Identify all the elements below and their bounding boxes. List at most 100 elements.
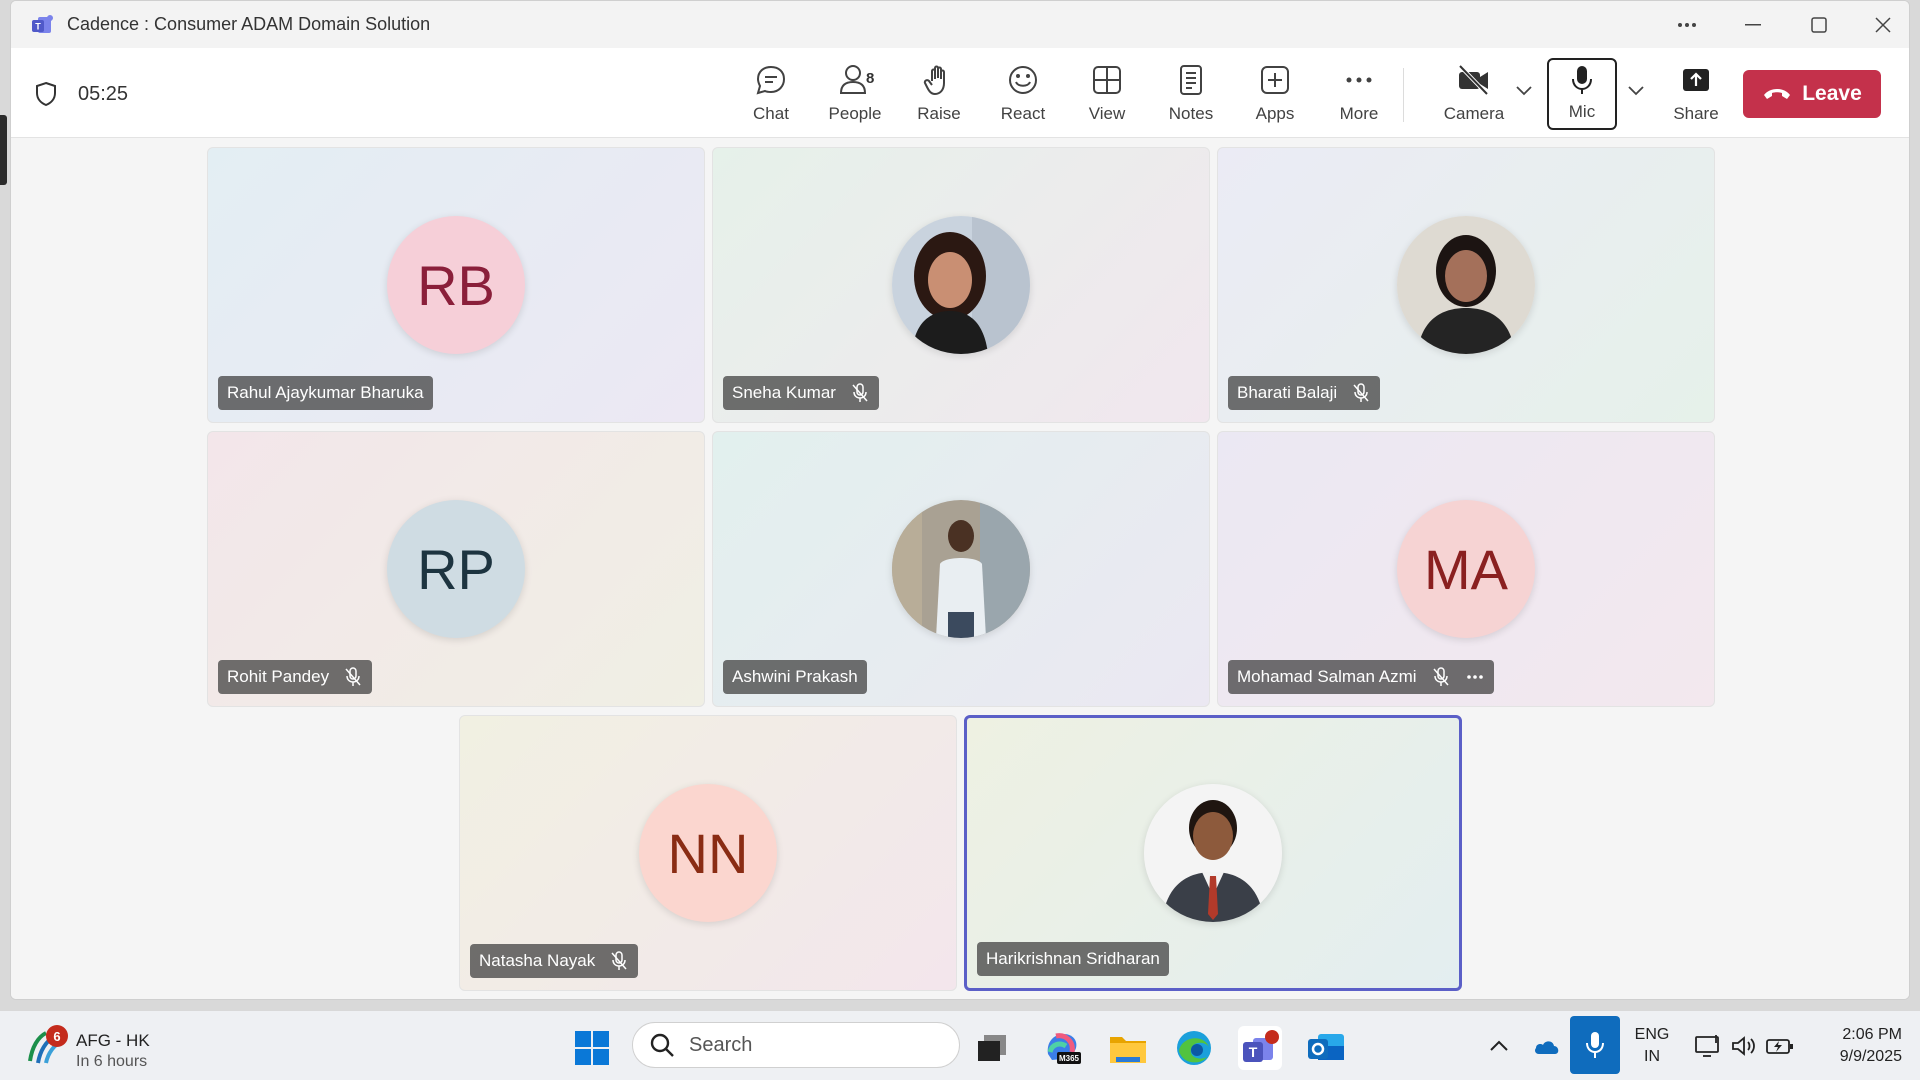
edge-browser-icon[interactable] bbox=[1172, 1026, 1216, 1070]
toolbar-divider bbox=[1403, 68, 1404, 122]
participant-name-tag: Harikrishnan Sridharan bbox=[977, 942, 1169, 976]
more-button[interactable]: More bbox=[1318, 60, 1400, 128]
participant-name-tag: Natasha Nayak bbox=[470, 944, 639, 978]
participant-tile-active-speaker[interactable]: Harikrishnan Sridharan bbox=[964, 715, 1462, 991]
people-count-badge: 8 bbox=[866, 70, 875, 87]
weather-widget[interactable]: 6 AFG - HK In 6 hours bbox=[26, 1025, 156, 1071]
language-code: ENG bbox=[1634, 1026, 1670, 1043]
camera-options-chevron-icon[interactable] bbox=[1511, 76, 1537, 106]
raise-label: Raise bbox=[917, 104, 961, 123]
mic-muted-icon bbox=[343, 667, 363, 687]
avatar-photo bbox=[1397, 216, 1535, 354]
hang-up-icon bbox=[1762, 82, 1792, 106]
avatar-photo bbox=[1144, 784, 1282, 922]
mic-muted-icon bbox=[850, 383, 870, 403]
participant-name-tag: Ashwini Prakash bbox=[723, 660, 867, 694]
mic-muted-icon bbox=[1351, 383, 1371, 403]
file-explorer-icon[interactable] bbox=[1106, 1026, 1150, 1070]
people-button[interactable]: 8 People bbox=[814, 60, 896, 128]
participant-tile[interactable]: Bharati Balaji bbox=[1217, 147, 1715, 423]
participant-tile[interactable]: RB Rahul Ajaykumar Bharuka bbox=[207, 147, 705, 423]
avatar: RP bbox=[387, 500, 525, 638]
teams-meeting-window: T Cadence : Consumer ADAM Domain Solutio… bbox=[10, 0, 1910, 1000]
participant-tile[interactable]: NN Natasha Nayak bbox=[459, 715, 957, 991]
participant-name-tag: Rahul Ajaykumar Bharuka bbox=[218, 376, 433, 410]
apps-button[interactable]: Apps bbox=[1234, 60, 1316, 128]
camera-button[interactable]: Camera bbox=[1427, 60, 1521, 128]
mic-muted-icon bbox=[609, 951, 629, 971]
widget-subtitle: In 6 hours bbox=[76, 1053, 148, 1070]
maximize-button[interactable] bbox=[1787, 1, 1851, 48]
view-button[interactable]: View bbox=[1066, 60, 1148, 128]
notes-button[interactable]: Notes bbox=[1150, 60, 1232, 128]
participant-name: Mohamad Salman Azmi bbox=[1237, 667, 1417, 686]
language-region: IN bbox=[1644, 1048, 1660, 1065]
windows-taskbar: 6 AFG - HK In 6 hours Search M365 T ENG … bbox=[0, 1010, 1920, 1080]
more-label: More bbox=[1339, 104, 1379, 123]
react-button[interactable]: React bbox=[982, 60, 1064, 128]
windows-start-icon[interactable] bbox=[570, 1026, 614, 1070]
teams-taskbar-icon[interactable]: T bbox=[1238, 1026, 1282, 1070]
search-icon bbox=[650, 1033, 674, 1057]
participant-name-tag: Mohamad Salman Azmi bbox=[1228, 660, 1494, 694]
camera-label: Camera bbox=[1443, 104, 1505, 123]
raise-hand-button[interactable]: Raise bbox=[898, 60, 980, 128]
microphone-icon bbox=[1564, 62, 1600, 98]
minimize-button[interactable] bbox=[1721, 1, 1785, 48]
share-button[interactable]: Share bbox=[1655, 60, 1737, 128]
teams-logo-icon: T bbox=[29, 13, 57, 37]
participant-tile[interactable]: MA Mohamad Salman Azmi bbox=[1217, 431, 1715, 707]
mic-options-chevron-icon[interactable] bbox=[1623, 76, 1649, 106]
m365-copilot-icon[interactable]: M365 bbox=[1040, 1026, 1084, 1070]
onedrive-cloud-icon[interactable] bbox=[1532, 1031, 1562, 1061]
input-language[interactable]: ENG IN bbox=[1630, 1024, 1674, 1068]
mic-button[interactable]: Mic bbox=[1547, 58, 1617, 130]
system-clock[interactable]: 2:06 PM 9/9/2025 bbox=[1810, 1024, 1902, 1068]
participant-name-tag: Rohit Pandey bbox=[218, 660, 373, 694]
show-hidden-icons-chevron-icon[interactable] bbox=[1486, 1031, 1512, 1061]
add-app-icon bbox=[1257, 62, 1293, 98]
shield-icon bbox=[33, 81, 59, 107]
view-label: View bbox=[1088, 104, 1126, 123]
battery-charging-icon[interactable] bbox=[1764, 1031, 1796, 1061]
mic-in-use-icon[interactable] bbox=[1570, 1016, 1620, 1074]
clock-date: 9/9/2025 bbox=[1839, 1048, 1902, 1065]
task-view-icon[interactable] bbox=[970, 1026, 1014, 1070]
avatar: NN bbox=[639, 784, 777, 922]
mic-muted-icon bbox=[1431, 667, 1451, 687]
leave-button[interactable]: Leave bbox=[1743, 70, 1881, 118]
close-button[interactable] bbox=[1851, 1, 1909, 48]
leave-label: Leave bbox=[1802, 82, 1862, 105]
people-label: People bbox=[828, 104, 882, 123]
clock-time: 2:06 PM bbox=[1842, 1026, 1902, 1043]
participant-tile[interactable]: RP Rohit Pandey bbox=[207, 431, 705, 707]
title-bar: T Cadence : Consumer ADAM Domain Solutio… bbox=[11, 1, 1909, 48]
participant-name: Harikrishnan Sridharan bbox=[986, 949, 1160, 968]
taskbar-search[interactable]: Search bbox=[632, 1022, 960, 1068]
avatar: MA bbox=[1397, 500, 1535, 638]
more-options-icon[interactable] bbox=[1655, 1, 1719, 48]
notes-label: Notes bbox=[1168, 104, 1214, 123]
svg-text:T: T bbox=[1249, 1044, 1258, 1060]
widget-title: AFG - HK bbox=[76, 1031, 150, 1050]
apps-label: Apps bbox=[1255, 104, 1295, 123]
search-placeholder: Search bbox=[689, 1033, 753, 1056]
participant-name: Rahul Ajaykumar Bharuka bbox=[227, 383, 424, 402]
participant-name-tag: Bharati Balaji bbox=[1228, 376, 1381, 410]
share-label: Share bbox=[1673, 104, 1719, 123]
chat-button[interactable]: Chat bbox=[730, 60, 812, 128]
network-icon[interactable] bbox=[1692, 1031, 1724, 1061]
participant-more-icon[interactable] bbox=[1465, 667, 1485, 687]
video-gallery: RB Rahul Ajaykumar Bharuka Sneha Kumar B… bbox=[11, 139, 1909, 999]
screen-edge-handle bbox=[0, 115, 7, 185]
participant-name: Sneha Kumar bbox=[732, 383, 836, 402]
share-icon bbox=[1678, 62, 1714, 98]
volume-icon[interactable] bbox=[1728, 1031, 1760, 1061]
participant-tile[interactable]: Sneha Kumar bbox=[712, 147, 1210, 423]
raise-hand-icon bbox=[921, 62, 957, 98]
participant-tile[interactable]: Ashwini Prakash bbox=[712, 431, 1210, 707]
participant-name: Bharati Balaji bbox=[1237, 383, 1338, 402]
outlook-icon[interactable] bbox=[1304, 1026, 1348, 1070]
avatar: RB bbox=[387, 216, 525, 354]
react-label: React bbox=[1000, 104, 1046, 123]
